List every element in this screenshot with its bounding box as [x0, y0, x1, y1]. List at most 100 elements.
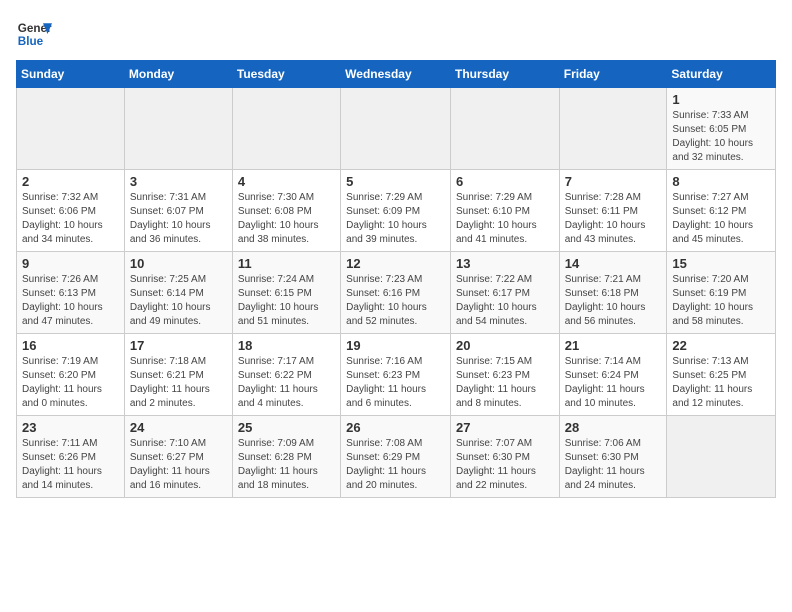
calendar-cell: 17 Sunrise: 7:18 AM Sunset: 6:21 PM Dayli… [124, 334, 232, 416]
day-number: 15 [672, 256, 770, 271]
day-info: Sunrise: 7:10 AM Sunset: 6:27 PM Dayligh… [130, 437, 227, 493]
calendar-cell: 6 Sunrise: 7:29 AM Sunset: 6:10 PM Daylig… [450, 170, 559, 252]
day-info: Sunrise: 7:29 AM Sunset: 6:10 PM Dayligh… [456, 191, 554, 247]
calendar-cell [232, 88, 340, 170]
day-info: Sunrise: 7:32 AM Sunset: 6:06 PM Dayligh… [22, 191, 119, 247]
calendar-cell: 2 Sunrise: 7:32 AM Sunset: 6:06 PM Daylig… [17, 170, 125, 252]
calendar-cell: 14 Sunrise: 7:21 AM Sunset: 6:18 PM Dayli… [559, 252, 667, 334]
weekday-row: SundayMondayTuesdayWednesdayThursdayFrid… [17, 61, 776, 88]
calendar-cell: 28 Sunrise: 7:06 AM Sunset: 6:30 PM Dayli… [559, 416, 667, 498]
day-number: 4 [238, 174, 335, 189]
calendar-cell: 23Sunrise: 7:11 AM Sunset: 6:26 PM Dayli… [17, 416, 125, 498]
calendar-header: SundayMondayTuesdayWednesdayThursdayFrid… [17, 61, 776, 88]
calendar-cell: 5 Sunrise: 7:29 AM Sunset: 6:09 PM Daylig… [341, 170, 451, 252]
calendar-cell: 20 Sunrise: 7:15 AM Sunset: 6:23 PM Dayli… [450, 334, 559, 416]
calendar-cell: 1 Sunrise: 7:33 AM Sunset: 6:05 PM Daylig… [667, 88, 776, 170]
day-number: 5 [346, 174, 445, 189]
day-info: Sunrise: 7:08 AM Sunset: 6:29 PM Dayligh… [346, 437, 445, 493]
page-header: General Blue [16, 16, 776, 52]
day-number: 18 [238, 338, 335, 353]
day-number: 22 [672, 338, 770, 353]
day-number: 6 [456, 174, 554, 189]
calendar-cell: 16 Sunrise: 7:19 AM Sunset: 6:20 PM Dayli… [17, 334, 125, 416]
day-number: 20 [456, 338, 554, 353]
calendar-cell [17, 88, 125, 170]
calendar-table: SundayMondayTuesdayWednesdayThursdayFrid… [16, 60, 776, 498]
day-number: 17 [130, 338, 227, 353]
weekday-header: Saturday [667, 61, 776, 88]
calendar-cell: 3 Sunrise: 7:31 AM Sunset: 6:07 PM Daylig… [124, 170, 232, 252]
day-info: Sunrise: 7:25 AM Sunset: 6:14 PM Dayligh… [130, 273, 227, 329]
calendar-cell: 15 Sunrise: 7:20 AM Sunset: 6:19 PM Dayli… [667, 252, 776, 334]
day-number: 23 [22, 420, 119, 435]
day-number: 13 [456, 256, 554, 271]
day-number: 28 [565, 420, 662, 435]
day-info: Sunrise: 7:23 AM Sunset: 6:16 PM Dayligh… [346, 273, 445, 329]
day-info: Sunrise: 7:31 AM Sunset: 6:07 PM Dayligh… [130, 191, 227, 247]
calendar-cell: 7Sunrise: 7:28 AM Sunset: 6:11 PM Daylig… [559, 170, 667, 252]
calendar-cell: 4 Sunrise: 7:30 AM Sunset: 6:08 PM Daylig… [232, 170, 340, 252]
day-number: 21 [565, 338, 662, 353]
day-number: 19 [346, 338, 445, 353]
day-info: Sunrise: 7:30 AM Sunset: 6:08 PM Dayligh… [238, 191, 335, 247]
svg-text:Blue: Blue [18, 35, 44, 48]
calendar-cell [450, 88, 559, 170]
calendar-cell: 10 Sunrise: 7:25 AM Sunset: 6:14 PM Dayli… [124, 252, 232, 334]
day-info: Sunrise: 7:16 AM Sunset: 6:23 PM Dayligh… [346, 355, 445, 411]
weekday-header: Tuesday [232, 61, 340, 88]
day-info: Sunrise: 7:17 AM Sunset: 6:22 PM Dayligh… [238, 355, 335, 411]
day-info: Sunrise: 7:28 AM Sunset: 6:11 PM Dayligh… [565, 191, 662, 247]
day-info: Sunrise: 7:29 AM Sunset: 6:09 PM Dayligh… [346, 191, 445, 247]
day-info: Sunrise: 7:07 AM Sunset: 6:30 PM Dayligh… [456, 437, 554, 493]
calendar-cell: 9 Sunrise: 7:26 AM Sunset: 6:13 PM Daylig… [17, 252, 125, 334]
day-info: Sunrise: 7:27 AM Sunset: 6:12 PM Dayligh… [672, 191, 770, 247]
calendar-cell: 13 Sunrise: 7:22 AM Sunset: 6:17 PM Dayli… [450, 252, 559, 334]
day-number: 26 [346, 420, 445, 435]
day-number: 9 [22, 256, 119, 271]
day-info: Sunrise: 7:21 AM Sunset: 6:18 PM Dayligh… [565, 273, 662, 329]
calendar-cell: 27 Sunrise: 7:07 AM Sunset: 6:30 PM Dayli… [450, 416, 559, 498]
day-info: Sunrise: 7:22 AM Sunset: 6:17 PM Dayligh… [456, 273, 554, 329]
day-info: Sunrise: 7:13 AM Sunset: 6:25 PM Dayligh… [672, 355, 770, 411]
day-number: 14 [565, 256, 662, 271]
calendar-cell: 11Sunrise: 7:24 AM Sunset: 6:15 PM Dayli… [232, 252, 340, 334]
day-number: 10 [130, 256, 227, 271]
calendar-week-row: 1 Sunrise: 7:33 AM Sunset: 6:05 PM Daylig… [17, 88, 776, 170]
calendar-cell: 24 Sunrise: 7:10 AM Sunset: 6:27 PM Dayli… [124, 416, 232, 498]
calendar-cell [341, 88, 451, 170]
day-number: 25 [238, 420, 335, 435]
weekday-header: Friday [559, 61, 667, 88]
day-number: 12 [346, 256, 445, 271]
day-number: 3 [130, 174, 227, 189]
day-number: 1 [672, 92, 770, 107]
day-info: Sunrise: 7:26 AM Sunset: 6:13 PM Dayligh… [22, 273, 119, 329]
calendar-cell [124, 88, 232, 170]
calendar-cell: 22 Sunrise: 7:13 AM Sunset: 6:25 PM Dayli… [667, 334, 776, 416]
weekday-header: Thursday [450, 61, 559, 88]
day-info: Sunrise: 7:33 AM Sunset: 6:05 PM Dayligh… [672, 109, 770, 165]
calendar-cell: 19 Sunrise: 7:16 AM Sunset: 6:23 PM Dayli… [341, 334, 451, 416]
calendar-week-row: 23Sunrise: 7:11 AM Sunset: 6:26 PM Dayli… [17, 416, 776, 498]
day-info: Sunrise: 7:15 AM Sunset: 6:23 PM Dayligh… [456, 355, 554, 411]
calendar-week-row: 9 Sunrise: 7:26 AM Sunset: 6:13 PM Daylig… [17, 252, 776, 334]
day-number: 16 [22, 338, 119, 353]
day-info: Sunrise: 7:06 AM Sunset: 6:30 PM Dayligh… [565, 437, 662, 493]
calendar-cell: 25 Sunrise: 7:09 AM Sunset: 6:28 PM Dayli… [232, 416, 340, 498]
calendar-cell: 26 Sunrise: 7:08 AM Sunset: 6:29 PM Dayli… [341, 416, 451, 498]
calendar-body: 1 Sunrise: 7:33 AM Sunset: 6:05 PM Daylig… [17, 88, 776, 498]
day-info: Sunrise: 7:09 AM Sunset: 6:28 PM Dayligh… [238, 437, 335, 493]
calendar-cell: 12 Sunrise: 7:23 AM Sunset: 6:16 PM Dayli… [341, 252, 451, 334]
day-number: 24 [130, 420, 227, 435]
calendar-week-row: 2 Sunrise: 7:32 AM Sunset: 6:06 PM Daylig… [17, 170, 776, 252]
calendar-cell [559, 88, 667, 170]
day-info: Sunrise: 7:18 AM Sunset: 6:21 PM Dayligh… [130, 355, 227, 411]
day-number: 2 [22, 174, 119, 189]
weekday-header: Monday [124, 61, 232, 88]
day-info: Sunrise: 7:19 AM Sunset: 6:20 PM Dayligh… [22, 355, 119, 411]
day-number: 27 [456, 420, 554, 435]
calendar-cell: 8Sunrise: 7:27 AM Sunset: 6:12 PM Daylig… [667, 170, 776, 252]
calendar-week-row: 16 Sunrise: 7:19 AM Sunset: 6:20 PM Dayli… [17, 334, 776, 416]
calendar-cell [667, 416, 776, 498]
day-info: Sunrise: 7:20 AM Sunset: 6:19 PM Dayligh… [672, 273, 770, 329]
weekday-header: Sunday [17, 61, 125, 88]
